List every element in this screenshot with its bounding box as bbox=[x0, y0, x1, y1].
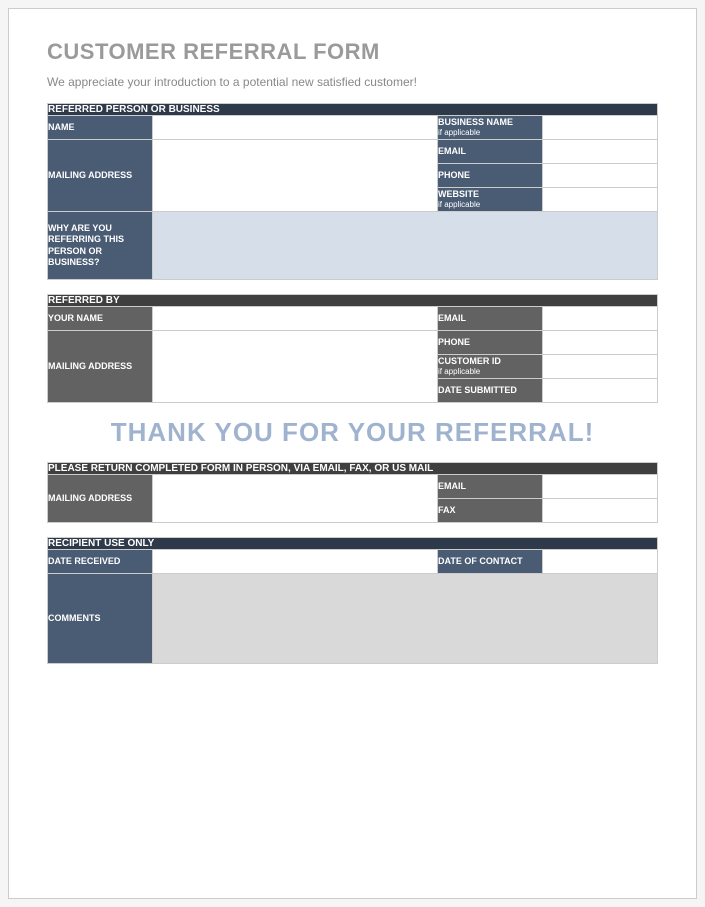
label-comments: COMMENTS bbox=[48, 574, 153, 664]
input-customer-id[interactable] bbox=[543, 355, 658, 379]
label-email-2: EMAIL bbox=[438, 307, 543, 331]
input-date-of-contact[interactable] bbox=[542, 550, 657, 574]
label-website-text: WEBSITE bbox=[438, 189, 479, 199]
label-phone: PHONE bbox=[437, 164, 542, 188]
label-fax: FAX bbox=[437, 499, 542, 523]
page-subtitle: We appreciate your introduction to a pot… bbox=[47, 75, 658, 89]
label-mailing-address: MAILING ADDRESS bbox=[48, 140, 153, 212]
input-business-name[interactable] bbox=[542, 116, 657, 140]
label-your-name: YOUR NAME bbox=[48, 307, 153, 331]
label-mailing-address-3: MAILING ADDRESS bbox=[48, 475, 153, 523]
input-your-name[interactable] bbox=[153, 307, 438, 331]
page-title: CUSTOMER REFERRAL FORM bbox=[47, 39, 658, 65]
label-name: NAME bbox=[48, 116, 153, 140]
input-mailing-address-2[interactable] bbox=[153, 331, 438, 403]
label-reason: WHY ARE YOU REFERRING THIS PERSON OR BUS… bbox=[48, 212, 153, 280]
label-date-of-contact: DATE OF CONTACT bbox=[437, 550, 542, 574]
input-fax[interactable] bbox=[542, 499, 657, 523]
section1-header: REFERRED PERSON OR BUSINESS bbox=[48, 104, 658, 116]
input-phone[interactable] bbox=[542, 164, 657, 188]
label-date-submitted: DATE SUBMITTED bbox=[438, 379, 543, 403]
input-date-received[interactable] bbox=[153, 550, 438, 574]
input-email-3[interactable] bbox=[542, 475, 657, 499]
label-email-3: EMAIL bbox=[437, 475, 542, 499]
input-email[interactable] bbox=[542, 140, 657, 164]
label-mailing-address-2: MAILING ADDRESS bbox=[48, 331, 153, 403]
input-mailing-address-3[interactable] bbox=[153, 475, 438, 523]
section-return-form: PLEASE RETURN COMPLETED FORM IN PERSON, … bbox=[47, 462, 658, 523]
label-date-received: DATE RECEIVED bbox=[48, 550, 153, 574]
label-if-applicable: if applicable bbox=[438, 128, 542, 138]
input-date-submitted[interactable] bbox=[543, 379, 658, 403]
section-recipient-use: RECIPIENT USE ONLY DATE RECEIVED DATE OF… bbox=[47, 537, 658, 664]
section2-header: REFERRED BY bbox=[48, 295, 658, 307]
label-customer-id-text: CUSTOMER ID bbox=[438, 356, 501, 366]
section-referred-by: REFERRED BY YOUR NAME EMAIL MAILING ADDR… bbox=[47, 294, 658, 403]
label-phone-2: PHONE bbox=[438, 331, 543, 355]
section3-header: PLEASE RETURN COMPLETED FORM IN PERSON, … bbox=[48, 463, 658, 475]
label-customer-id: CUSTOMER ID if applicable bbox=[438, 355, 543, 379]
label-if-applicable-2: if applicable bbox=[438, 200, 542, 210]
label-business-name: BUSINESS NAME if applicable bbox=[437, 116, 542, 140]
section-referred-person: REFERRED PERSON OR BUSINESS NAME BUSINES… bbox=[47, 103, 658, 280]
input-comments[interactable] bbox=[153, 574, 658, 664]
thank-you-banner: THANK YOU FOR YOUR REFERRAL! bbox=[47, 417, 658, 448]
label-email: EMAIL bbox=[437, 140, 542, 164]
input-mailing-address[interactable] bbox=[153, 140, 438, 212]
page-container: CUSTOMER REFERRAL FORM We appreciate you… bbox=[8, 8, 697, 899]
section4-header: RECIPIENT USE ONLY bbox=[48, 538, 658, 550]
input-website[interactable] bbox=[542, 188, 657, 212]
label-website: WEBSITE if applicable bbox=[437, 188, 542, 212]
input-name[interactable] bbox=[153, 116, 438, 140]
input-reason[interactable] bbox=[153, 212, 658, 280]
label-if-applicable-3: if applicable bbox=[438, 367, 542, 377]
label-business-name-text: BUSINESS NAME bbox=[438, 117, 513, 127]
input-email-2[interactable] bbox=[543, 307, 658, 331]
input-phone-2[interactable] bbox=[543, 331, 658, 355]
